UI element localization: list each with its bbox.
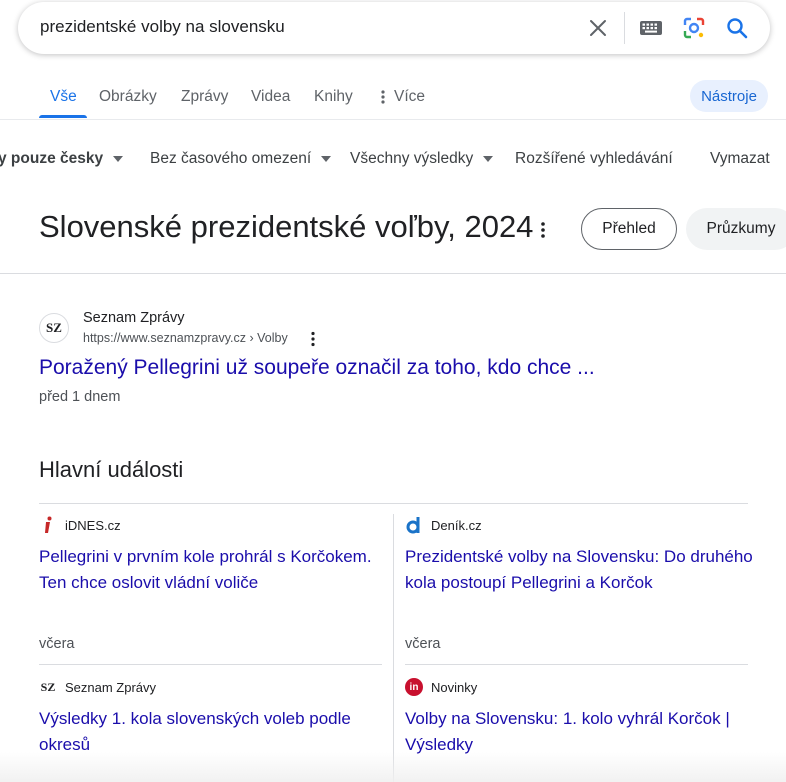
tab-all[interactable]: Vše bbox=[50, 88, 77, 106]
idnes-icon bbox=[39, 516, 57, 534]
result-site-name: Seznam Zprávy bbox=[83, 310, 185, 326]
keyboard-icon[interactable] bbox=[637, 14, 665, 42]
news-source: Deník.cz bbox=[431, 518, 482, 533]
search-divider bbox=[624, 12, 625, 44]
tab-news[interactable]: Zprávy bbox=[181, 88, 228, 106]
more-vert-icon bbox=[381, 90, 385, 104]
seznam-favicon: SZ bbox=[39, 313, 69, 343]
news-headline-link[interactable]: Volby na Slovensku: 1. kolo vyhrál Korčo… bbox=[405, 706, 757, 758]
polls-chip[interactable]: Průzkumy bbox=[686, 208, 786, 250]
story-divider-left bbox=[39, 664, 382, 665]
time-filter[interactable]: Bez časového omezení bbox=[150, 150, 332, 168]
results-filter-label: Všechny výsledky bbox=[350, 150, 474, 167]
tab-images[interactable]: Obrázky bbox=[99, 88, 157, 106]
filter-bar: y pouze česky Bez časového omezení Všech… bbox=[0, 140, 786, 180]
clear-icon[interactable] bbox=[584, 14, 612, 42]
seznam-icon: SZ bbox=[40, 679, 56, 694]
search-icon[interactable] bbox=[723, 14, 751, 42]
search-input[interactable]: prezidentské volby na slovensku bbox=[40, 17, 285, 37]
column-divider bbox=[393, 514, 394, 782]
lens-icon[interactable] bbox=[680, 14, 708, 42]
news-source: Novinky bbox=[431, 680, 478, 695]
tools-button[interactable]: Nástroje bbox=[690, 80, 768, 112]
story-divider-right bbox=[405, 664, 748, 665]
search-tabs: Vše Obrázky Zprávy Videa Knihy Více bbox=[0, 76, 786, 120]
result-title-link[interactable]: Poražený Pellegrini už soupeře označil z… bbox=[39, 356, 595, 380]
news-source: Seznam Zprávy bbox=[65, 680, 157, 695]
news-headline-link[interactable]: Pellegrini v prvním kole prohrál s Korčo… bbox=[39, 544, 391, 596]
more-options-icon[interactable] bbox=[533, 216, 553, 244]
top-stories-divider bbox=[39, 503, 748, 504]
page-title: Slovenské prezidentské voľby, 2024 bbox=[39, 209, 534, 244]
caret-down-icon bbox=[113, 156, 124, 162]
top-stories-heading: Hlavní události bbox=[39, 457, 184, 482]
news-time: včera bbox=[405, 636, 441, 652]
news-source: iDNES.cz bbox=[65, 518, 121, 533]
tab-videos[interactable]: Videa bbox=[251, 88, 290, 106]
denik-icon bbox=[405, 516, 423, 534]
result-more-icon[interactable] bbox=[306, 330, 320, 348]
news-headline-link[interactable]: Prezidentské volby na Slovensku: Do druh… bbox=[405, 544, 757, 596]
time-filter-label: Bez časového omezení bbox=[150, 150, 312, 167]
news-time: včera bbox=[39, 636, 75, 652]
language-filter-label: y pouze česky bbox=[0, 150, 104, 167]
language-filter[interactable]: y pouze česky bbox=[0, 150, 124, 168]
overview-chip[interactable]: Přehled bbox=[581, 208, 677, 250]
search-bar[interactable]: prezidentské volby na slovensku bbox=[18, 2, 770, 54]
tab-books[interactable]: Knihy bbox=[314, 88, 353, 106]
active-tab-indicator bbox=[39, 115, 87, 118]
caret-down-icon bbox=[483, 156, 494, 162]
novinky-icon: in bbox=[405, 678, 423, 696]
caret-down-icon bbox=[321, 156, 332, 162]
header-divider bbox=[0, 273, 786, 274]
result-date: před 1 dnem bbox=[39, 389, 121, 405]
news-headline-link[interactable]: Výsledky 1. kola slovenských voleb podle… bbox=[39, 706, 391, 758]
advanced-search-link[interactable]: Rozšířené vyhledávání bbox=[515, 150, 673, 168]
tab-more-label: Více bbox=[394, 88, 426, 105]
tab-more[interactable]: Více bbox=[380, 88, 425, 106]
results-filter[interactable]: Všechny výsledky bbox=[350, 150, 494, 168]
result-url: https://www.seznamzpravy.cz › Volby bbox=[83, 331, 288, 345]
clear-filters-link[interactable]: Vymazat bbox=[710, 150, 770, 168]
